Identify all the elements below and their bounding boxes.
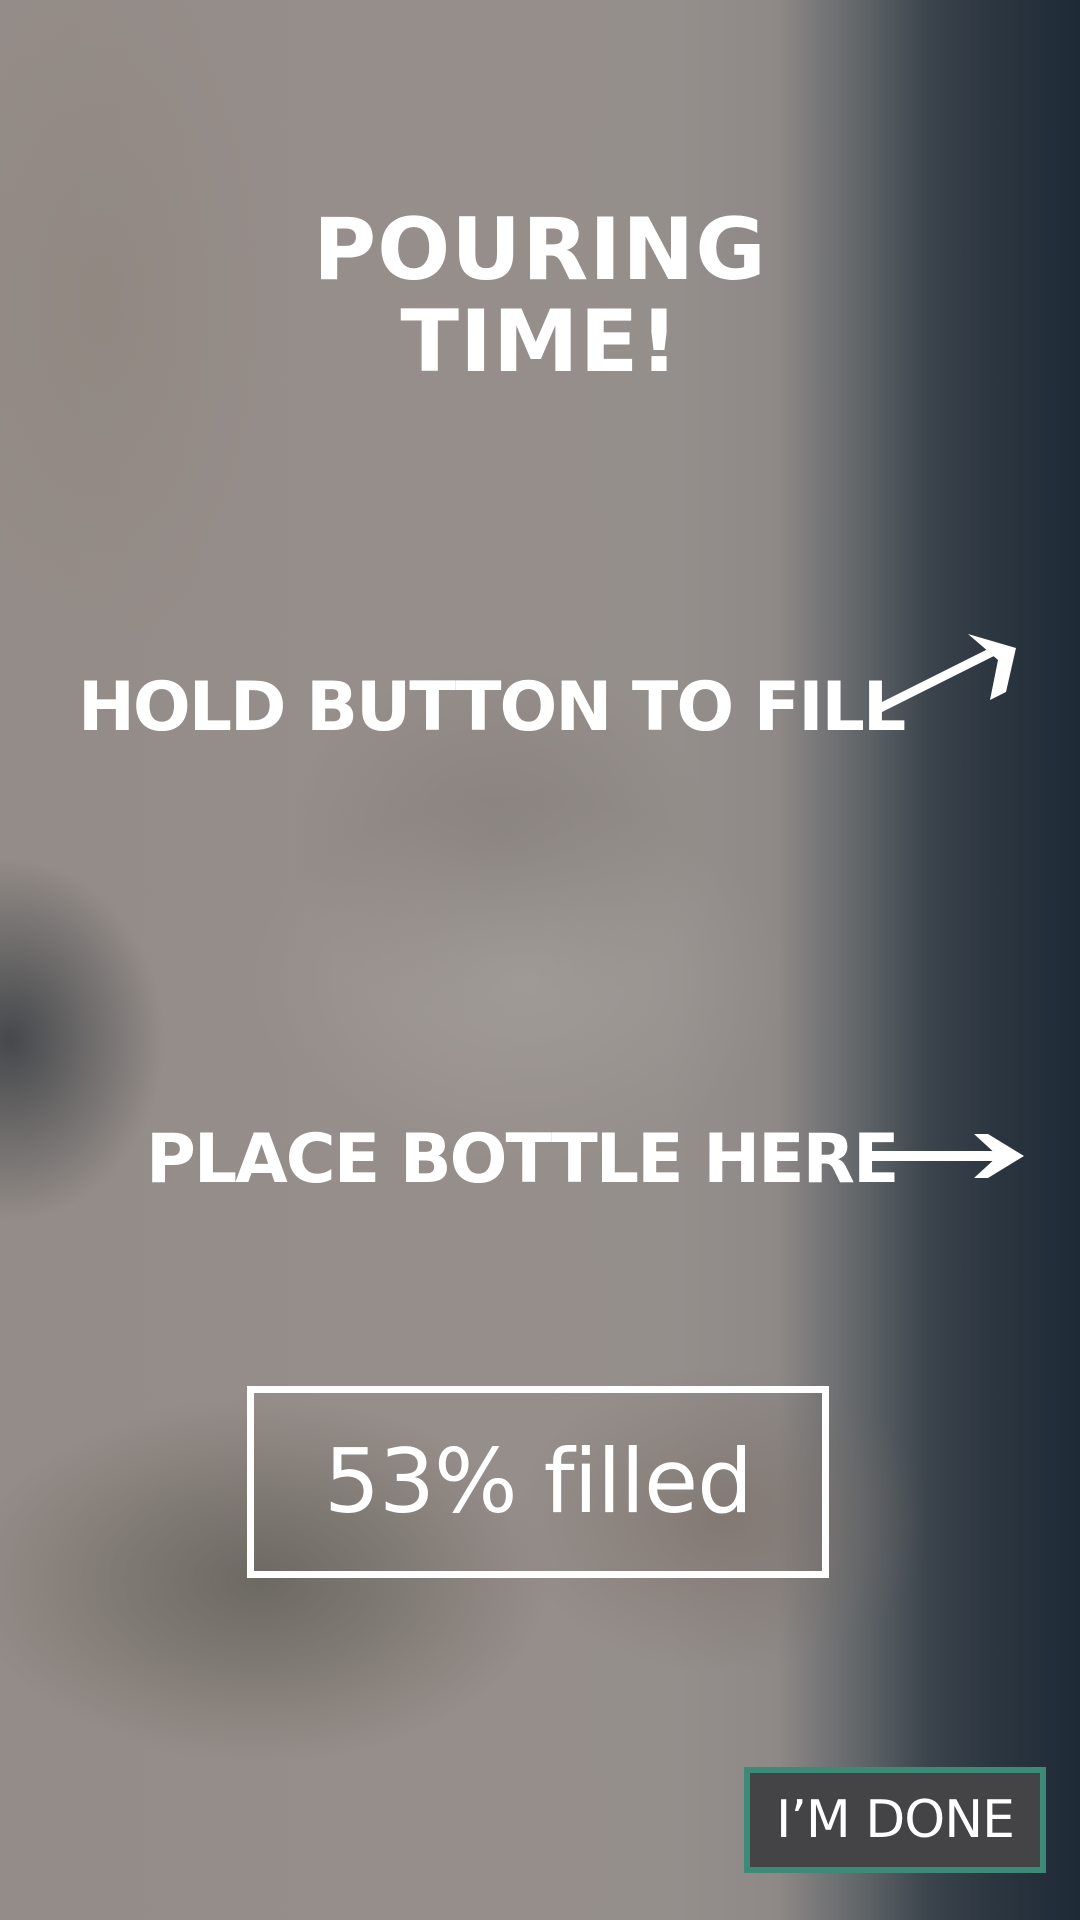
place-bottle-instruction: PLACE BOTTLE HERE bbox=[146, 1120, 899, 1199]
title-line-1: POURING bbox=[313, 200, 767, 300]
arrow-up-right-icon bbox=[873, 634, 1016, 715]
fill-percent-label: 53% filled bbox=[324, 1430, 753, 1533]
title-line-2: TIME! bbox=[400, 292, 680, 392]
page-title: POURING TIME! bbox=[0, 204, 1080, 388]
done-button[interactable]: I’M DONE bbox=[744, 1767, 1046, 1873]
fill-progress-box: 53% filled bbox=[247, 1386, 829, 1578]
done-button-label: I’M DONE bbox=[776, 1790, 1015, 1850]
hold-button-instruction: HOLD BUTTON TO FILL bbox=[78, 668, 906, 747]
arrow-right-icon bbox=[868, 1134, 1024, 1178]
